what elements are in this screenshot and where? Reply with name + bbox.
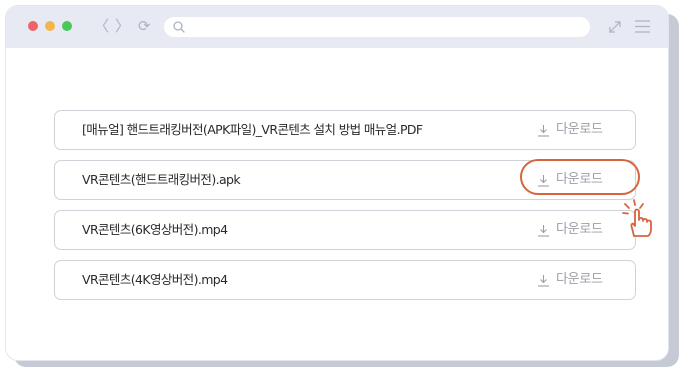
file-name: VR콘텐츠(6K영상버전).mp4 <box>82 222 228 237</box>
file-name: VR콘텐츠(4K영상버전).mp4 <box>82 272 228 287</box>
file-row-apk: VR콘텐츠(핸드트래킹버전).apk 다운로드 <box>54 159 640 200</box>
maximize-dot[interactable] <box>62 21 72 31</box>
download-button[interactable]: 다운로드 <box>531 116 631 144</box>
forward-icon[interactable]: 〉 <box>115 17 130 35</box>
file-row-manual: [매뉴얼] 핸드트래킹버전(APK파일)_VR콘텐츠 설치 방법 매뉴얼.PDF… <box>54 110 636 150</box>
download-icon <box>538 225 549 237</box>
reload-icon[interactable]: ⟳ <box>138 17 151 35</box>
search-icon <box>173 21 185 33</box>
file-row-6k: VR콘텐츠(6K영상버전).mp4 다운로드 <box>54 210 636 250</box>
menu-icon[interactable] <box>635 20 650 33</box>
download-label: 다운로드 <box>556 272 603 287</box>
file-name: [매뉴얼] 핸드트래킹버전(APK파일)_VR콘텐츠 설치 방법 매뉴얼.PDF <box>82 122 423 137</box>
hand-pointer-click-icon <box>622 199 652 237</box>
download-button[interactable]: 다운로드 <box>531 266 631 294</box>
minimize-dot[interactable] <box>45 21 55 31</box>
close-dot[interactable] <box>28 21 38 31</box>
download-icon <box>538 275 549 287</box>
download-label: 다운로드 <box>556 172 603 187</box>
download-label: 다운로드 <box>556 122 603 137</box>
back-icon[interactable]: 〈 <box>94 17 109 35</box>
file-row-4k: VR콘텐츠(4K영상버전).mp4 다운로드 <box>54 260 636 300</box>
expand-icon[interactable] <box>607 19 623 35</box>
address-bar[interactable] <box>164 17 590 39</box>
download-icon <box>538 125 549 137</box>
url-input[interactable] <box>188 17 582 39</box>
download-button[interactable]: 다운로드 <box>531 216 631 244</box>
file-name: VR콘텐츠(핸드트래킹버전).apk <box>82 172 241 187</box>
browser-window: 〈 〉 ⟳ [매뉴얼] 핸드트래킹버전(APK파일)_VR콘텐츠 설치 방법 매… <box>6 6 668 360</box>
download-button[interactable]: 다운로드 <box>531 166 631 194</box>
download-label: 다운로드 <box>556 222 603 237</box>
title-bar: 〈 〉 ⟳ <box>6 6 668 48</box>
download-icon <box>538 175 549 187</box>
